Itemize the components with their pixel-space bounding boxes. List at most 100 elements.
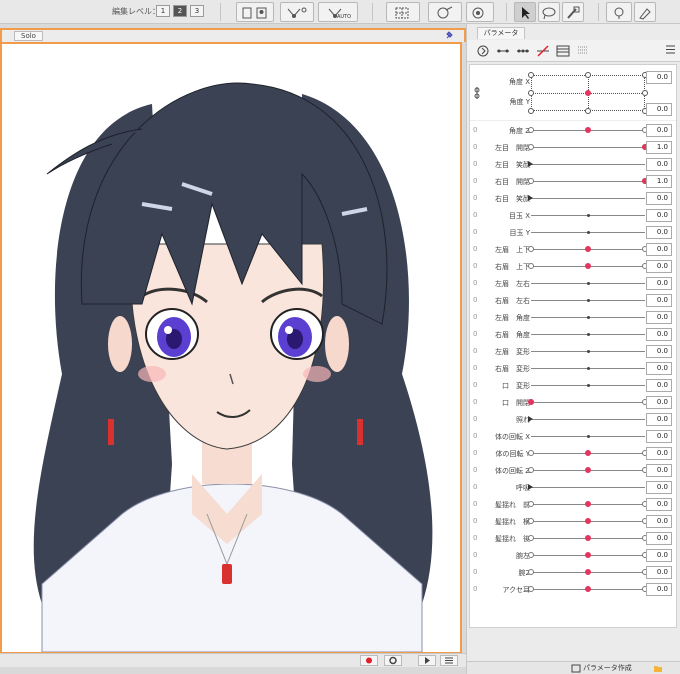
parameter-slider-knob[interactable] — [528, 161, 533, 167]
slider-keypoint[interactable] — [528, 127, 534, 133]
parameter-row[interactable]: 0 照れ 0.0 — [470, 411, 676, 428]
key-indicator-icon[interactable]: 0 — [473, 483, 477, 491]
parameter-slider-knob[interactable] — [528, 484, 533, 490]
key-indicator-icon[interactable]: 0 — [473, 466, 477, 474]
mesh-edit-button[interactable] — [386, 2, 420, 22]
parameter-row[interactable]: 0 アクセ耳 0.0 — [470, 581, 676, 598]
parameter-value-field[interactable]: 0.0 — [646, 345, 672, 358]
key-indicator-icon[interactable]: 0 — [473, 160, 477, 168]
parameter-value-field[interactable]: 1.0 — [646, 141, 672, 154]
slider-keypoint[interactable] — [528, 535, 534, 541]
parameter-value-field[interactable]: 0.0 — [646, 192, 672, 205]
parameter-value-field[interactable]: 0.0 — [646, 549, 672, 562]
parameter-value-field[interactable]: 0.0 — [646, 243, 672, 256]
arrow-tool-button[interactable] — [514, 2, 536, 22]
parameter-row[interactable]: 0 体の回転 X 0.0 — [470, 428, 676, 445]
parameter-value-field[interactable]: 0.0 — [646, 277, 672, 290]
parameter-row[interactable]: 0 髪揺れ 横 0.0 — [470, 513, 676, 530]
parameter-slider-knob[interactable] — [586, 435, 590, 438]
angle-x-value[interactable]: 0.0 — [646, 71, 672, 84]
parameter-slider-track[interactable] — [531, 402, 645, 403]
parameter-slider-track[interactable] — [531, 198, 645, 199]
solo-button[interactable]: Solo — [14, 31, 43, 41]
key-indicator-icon[interactable]: 0 — [473, 126, 477, 134]
parameter-value-field[interactable]: 0.0 — [646, 311, 672, 324]
key-indicator-icon[interactable]: 0 — [473, 534, 477, 542]
parameter-value-field[interactable]: 0.0 — [646, 209, 672, 222]
parameter-row[interactable]: 0 目玉 X 0.0 — [470, 207, 676, 224]
parameter-row[interactable]: 0 左目 開閉 1.0 — [470, 139, 676, 156]
parameter-row[interactable]: 0 腕2 0.0 — [470, 564, 676, 581]
parameter-row[interactable]: 0 右眉 角度 0.0 — [470, 326, 676, 343]
parameter-row[interactable]: 0 左眉 左右 0.0 — [470, 275, 676, 292]
key-indicator-icon[interactable]: 0 — [473, 347, 477, 355]
parameter-slider-knob[interactable] — [585, 127, 591, 133]
parameter-row[interactable]: 0 角度 Z 0.0 — [470, 122, 676, 139]
parameter-slider-knob[interactable] — [528, 195, 533, 201]
parameter-slider-knob[interactable] — [585, 535, 591, 541]
parameter-slider-track[interactable] — [531, 147, 645, 148]
key-delete-icon[interactable] — [535, 44, 551, 58]
parameter-row[interactable]: 0 口 開閉 0.0 — [470, 394, 676, 411]
parameter-slider-knob[interactable] — [586, 367, 590, 370]
key-indicator-icon[interactable]: 0 — [473, 330, 477, 338]
parameter-slider-knob[interactable] — [586, 384, 590, 387]
parameter-row[interactable]: 0 左眉 上下 0.0 — [470, 241, 676, 258]
parameter-slider-track[interactable] — [531, 164, 645, 165]
parameter-slider-track[interactable] — [531, 419, 645, 420]
magic-brush-button[interactable] — [562, 2, 584, 22]
grid-icon[interactable] — [575, 44, 591, 58]
key-indicator-icon[interactable]: 0 — [473, 143, 477, 151]
slider-keypoint[interactable] — [528, 569, 534, 575]
key-indicator-icon[interactable]: 0 — [473, 398, 477, 406]
parameter-slider-track[interactable] — [531, 487, 645, 488]
parameter-value-field[interactable]: 0.0 — [646, 515, 672, 528]
parameter-slider-knob[interactable] — [585, 569, 591, 575]
parameter-value-field[interactable]: 0.0 — [646, 566, 672, 579]
deform-tool-button[interactable] — [280, 2, 314, 22]
parameter-row[interactable]: 0 右目 開閉 1.0 — [470, 173, 676, 190]
slider-keypoint[interactable] — [528, 450, 534, 456]
create-parameter-button[interactable]: パラメータ作成 — [583, 663, 632, 673]
slider-keypoint[interactable] — [528, 178, 534, 184]
parameter-value-field[interactable]: 0.0 — [646, 464, 672, 477]
pin-tool-button[interactable] — [606, 2, 632, 22]
key-indicator-icon[interactable]: 0 — [473, 262, 477, 270]
settings-button[interactable] — [384, 655, 402, 666]
key-indicator-icon[interactable]: 0 — [473, 194, 477, 202]
parameter-row[interactable]: 0 右眉 左右 0.0 — [470, 292, 676, 309]
angle-xy-grid[interactable] — [528, 72, 648, 114]
play-circle-icon[interactable] — [475, 44, 491, 58]
parameter-value-field[interactable]: 0.0 — [646, 260, 672, 273]
key-indicator-icon[interactable]: 0 — [473, 500, 477, 508]
key-indicator-icon[interactable]: 0 — [473, 585, 477, 593]
parameter-value-field[interactable]: 0.0 — [646, 481, 672, 494]
edit-level-1-button[interactable]: 1 — [156, 5, 170, 17]
parameter-slider-knob[interactable] — [586, 299, 590, 302]
parameter-row[interactable]: 0 右眉 上下 0.0 — [470, 258, 676, 275]
folder-icon[interactable] — [653, 664, 663, 673]
parameter-slider-knob[interactable] — [585, 518, 591, 524]
canvas-view[interactable] — [0, 42, 462, 654]
parameter-slider-knob[interactable] — [586, 316, 590, 319]
edit-level-3-button[interactable]: 3 — [190, 5, 204, 17]
parameter-slider-knob[interactable] — [585, 450, 591, 456]
parameter-value-field[interactable]: 0.0 — [646, 498, 672, 511]
parameter-slider-knob[interactable] — [586, 214, 590, 217]
parameter-value-field[interactable]: 0.0 — [646, 532, 672, 545]
parameter-value-field[interactable]: 0.0 — [646, 379, 672, 392]
panel-menu-icon[interactable] — [666, 45, 675, 54]
key-indicator-icon[interactable]: 0 — [473, 364, 477, 372]
parameter-slider-knob[interactable] — [585, 263, 591, 269]
key-insert-icon[interactable] — [495, 44, 511, 58]
auto-mesh-button[interactable]: AUTO — [318, 2, 358, 22]
key-indicator-icon[interactable]: 0 — [473, 449, 477, 457]
parameter-value-field[interactable]: 0.0 — [646, 413, 672, 426]
pen-tool-button[interactable] — [634, 2, 656, 22]
key-indicator-icon[interactable]: 0 — [473, 568, 477, 576]
parameter-slider-track[interactable] — [531, 181, 645, 182]
slider-keypoint[interactable] — [528, 144, 534, 150]
parameter-slider-knob[interactable] — [585, 246, 591, 252]
table-icon[interactable] — [555, 44, 571, 58]
parameter-value-field[interactable]: 1.0 — [646, 175, 672, 188]
